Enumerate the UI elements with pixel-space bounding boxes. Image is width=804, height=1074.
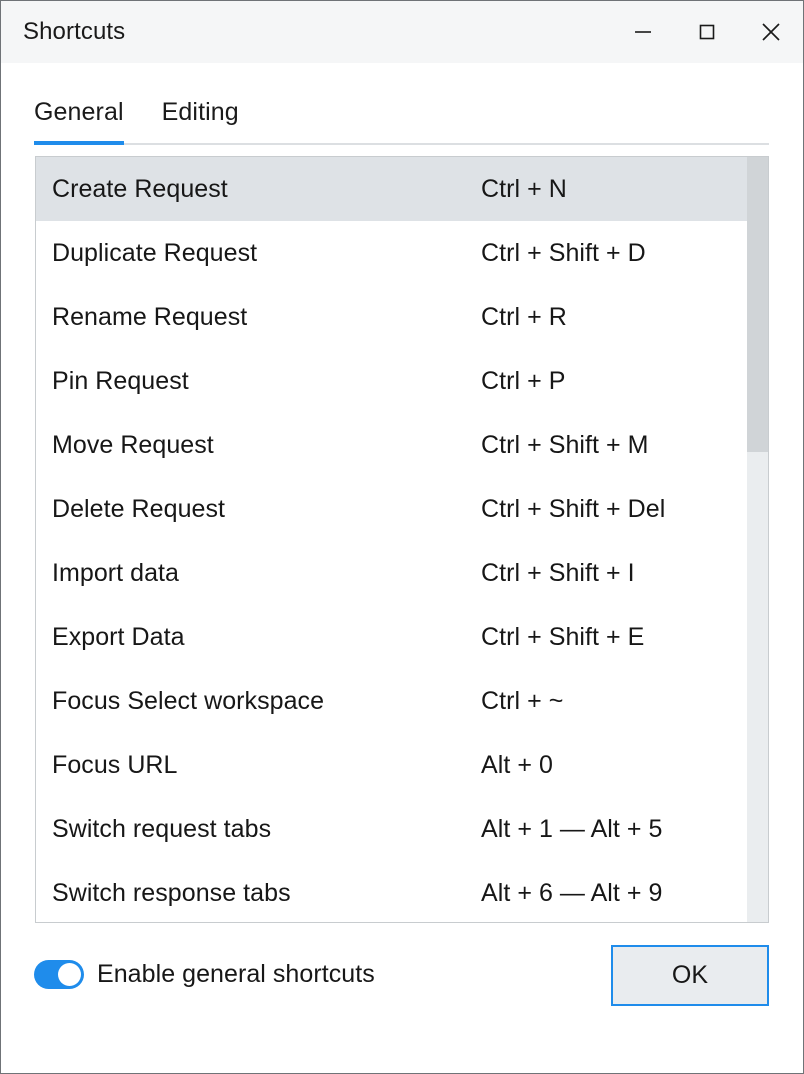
close-icon: [762, 23, 780, 41]
shortcut-keys: Ctrl + N: [481, 174, 567, 203]
close-button[interactable]: [739, 1, 803, 63]
tab-editing[interactable]: Editing: [162, 98, 239, 145]
shortcut-keys: Ctrl + ~: [481, 686, 564, 715]
shortcuts-dialog-window: Shortcuts General Editing Create Request…: [0, 0, 804, 1074]
shortcut-keys: Ctrl + P: [481, 366, 566, 395]
tab-general[interactable]: General: [34, 98, 124, 145]
shortcut-command: Switch response tabs: [52, 878, 291, 907]
table-row[interactable]: Create Request Ctrl + N: [36, 157, 768, 221]
shortcut-keys: Alt + 1 — Alt + 5: [481, 814, 663, 843]
shortcut-command: Create Request: [52, 174, 228, 203]
minimize-button[interactable]: [611, 1, 675, 63]
scrollbar-thumb[interactable]: [747, 157, 768, 452]
toggle-label: Enable general shortcuts: [97, 960, 375, 988]
shortcut-keys: Ctrl + Shift + D: [481, 238, 646, 267]
shortcut-command: Pin Request: [52, 366, 189, 395]
table-row[interactable]: Switch response tabs Alt + 6 — Alt + 9: [36, 861, 768, 922]
shortcut-keys: Ctrl + R: [481, 302, 567, 331]
shortcut-command: Focus Select workspace: [52, 686, 325, 715]
table-row[interactable]: Focus URL Alt + 0: [36, 733, 768, 797]
table-row[interactable]: Move Request Ctrl + Shift + M: [36, 413, 768, 477]
maximize-button[interactable]: [675, 1, 739, 63]
table-row[interactable]: Focus Select workspace Ctrl + ~: [36, 669, 768, 733]
table-row[interactable]: Switch request tabs Alt + 1 — Alt + 5: [36, 797, 768, 861]
shortcut-command: Delete Request: [52, 494, 226, 523]
shortcut-command: Rename Request: [52, 302, 248, 331]
shortcut-command: Switch request tabs: [52, 814, 272, 843]
shortcut-command: Import data: [52, 558, 180, 587]
shortcut-command: Move Request: [52, 430, 214, 459]
window-title: Shortcuts: [23, 18, 126, 45]
table-row[interactable]: Rename Request Ctrl + R: [36, 285, 768, 349]
table-row[interactable]: Duplicate Request Ctrl + Shift + D: [36, 221, 768, 285]
table-row[interactable]: Pin Request Ctrl + P: [36, 349, 768, 413]
maximize-icon: [699, 24, 715, 40]
tab-baseline: [34, 143, 769, 145]
enable-general-shortcuts-toggle[interactable]: [34, 960, 84, 989]
shortcut-command: Focus URL: [52, 750, 178, 779]
shortcut-keys: Alt + 6 — Alt + 9: [481, 878, 663, 907]
shortcut-keys: Alt + 0: [481, 750, 553, 779]
window-controls: [611, 1, 803, 63]
vertical-scrollbar[interactable]: [747, 157, 768, 922]
tab-bar: General Editing: [1, 63, 803, 145]
enable-general-shortcuts-row[interactable]: Enable general shortcuts: [34, 960, 375, 989]
shortcut-keys: Ctrl + Shift + I: [481, 558, 635, 587]
tab-list: General Editing: [1, 63, 803, 145]
shortcut-keys: Ctrl + Shift + M: [481, 430, 649, 459]
ok-button[interactable]: OK: [611, 945, 769, 1006]
shortcut-keys: Ctrl + Shift + Del: [481, 494, 666, 523]
shortcuts-list: Create Request Ctrl + N Duplicate Reques…: [36, 157, 768, 922]
table-row[interactable]: Delete Request Ctrl + Shift + Del: [36, 477, 768, 541]
dialog-footer: Enable general shortcuts OK: [1, 923, 803, 1073]
title-bar: Shortcuts: [1, 1, 803, 63]
toggle-knob: [58, 963, 81, 986]
minimize-icon: [635, 31, 651, 33]
shortcut-command: Duplicate Request: [52, 238, 258, 267]
table-row[interactable]: Import data Ctrl + Shift + I: [36, 541, 768, 605]
shortcut-keys: Ctrl + Shift + E: [481, 622, 645, 651]
table-row[interactable]: Export Data Ctrl + Shift + E: [36, 605, 768, 669]
shortcut-command: Export Data: [52, 622, 185, 651]
shortcuts-list-container: Create Request Ctrl + N Duplicate Reques…: [35, 156, 769, 923]
